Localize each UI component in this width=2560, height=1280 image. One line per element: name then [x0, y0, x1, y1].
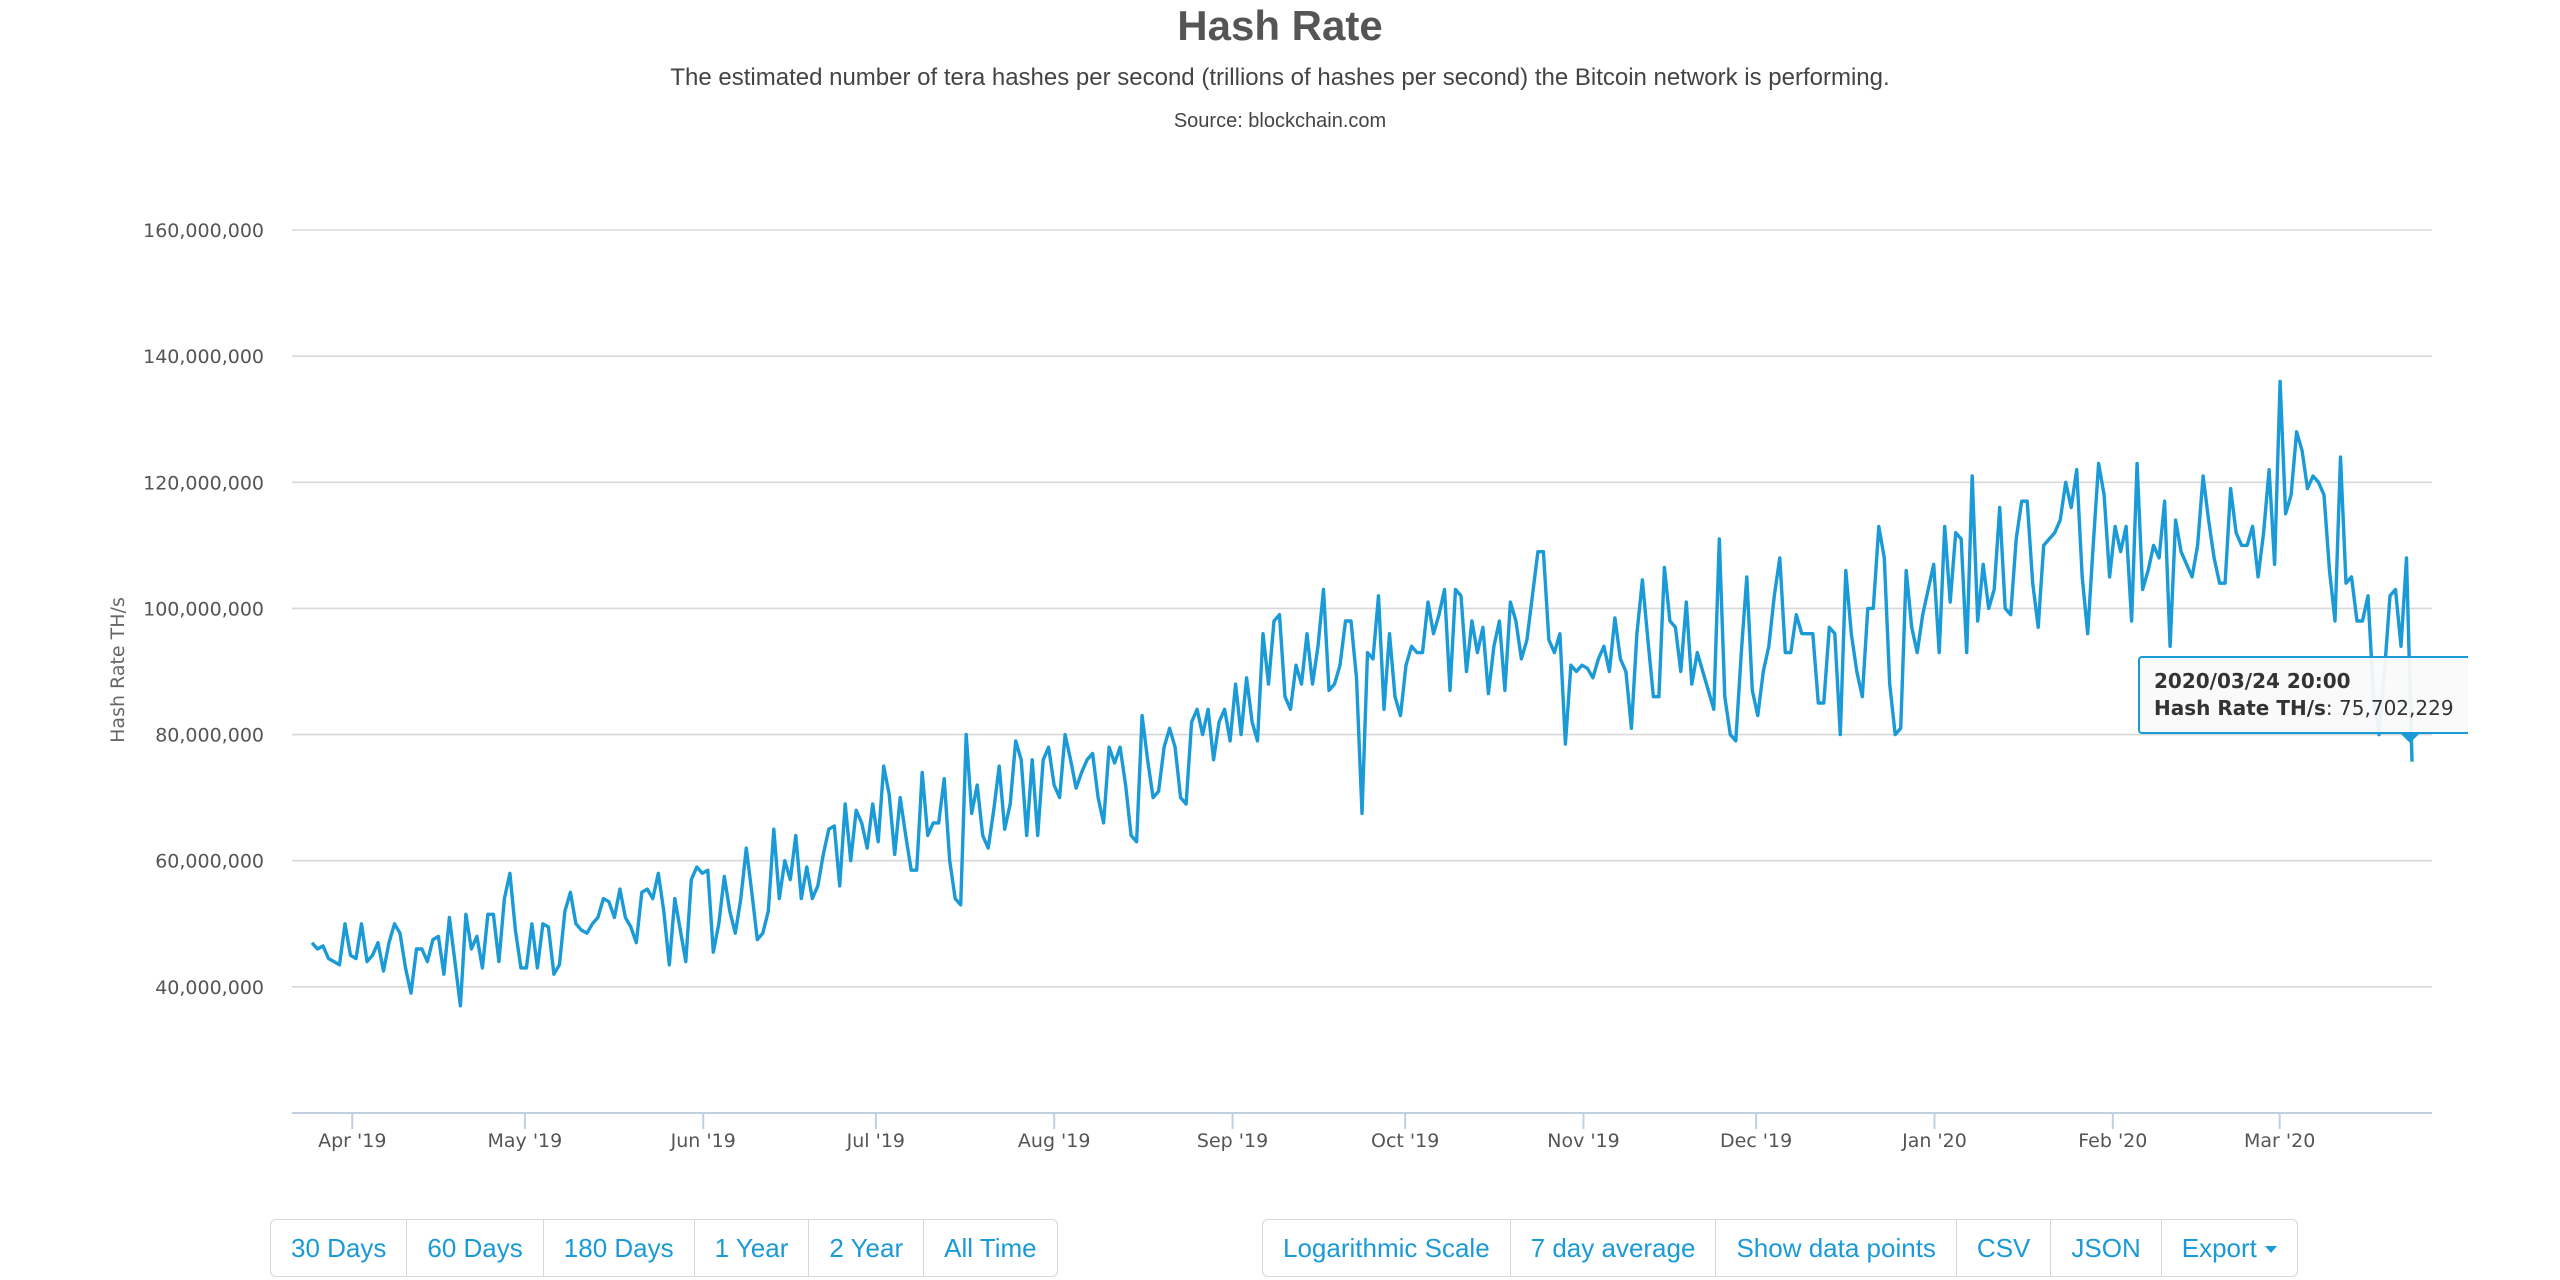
tooltip-label: Hash Rate TH/s	[2154, 696, 2326, 720]
hash-rate-chart: 40,000,000 60,000,000 80,000,000 100,000,00…	[107, 220, 2432, 1152]
y-tick-label: 120,000,000	[143, 472, 264, 494]
caret-down-icon	[2264, 1246, 2277, 1253]
range-button-group: 30 Days 60 Days 180 Days 1 Year 2 Year A…	[270, 1219, 1058, 1277]
y-axis-label: Hash Rate TH/s	[107, 597, 129, 743]
y-axis-ticks: 40,000,000 60,000,000 80,000,000 100,000,00…	[143, 220, 264, 999]
seven-day-average-button[interactable]: 7 day average	[1511, 1220, 1717, 1276]
x-axis-ticks: Apr '19 May '19 Jun '19 Jul '19 Aug '19 Sep '…	[318, 1113, 2315, 1152]
gridlines	[292, 229, 2432, 988]
tooltip-date: 2020/03/24 20:00	[2154, 669, 2351, 693]
x-tick-label: Aug '19	[1018, 1130, 1091, 1152]
y-tick-label: 80,000,000	[155, 725, 264, 747]
x-tick-label: May '19	[488, 1130, 563, 1152]
x-tick-label: Mar '20	[2244, 1130, 2315, 1152]
x-tick-label: Sep '19	[1197, 1130, 1268, 1152]
csv-button[interactable]: CSV	[1957, 1220, 2052, 1276]
options-button-group: Logarithmic Scale 7 day average Show dat…	[1262, 1219, 2298, 1277]
range-30-days-button[interactable]: 30 Days	[271, 1220, 408, 1276]
export-dropdown-button[interactable]: Export	[2162, 1220, 2297, 1276]
range-all-time-button[interactable]: All Time	[924, 1220, 1056, 1276]
tooltip: 2020/03/24 20:00 Hash Rate TH/s: 75,702,…	[2138, 656, 2468, 734]
tooltip-value: 75,702,229	[2339, 696, 2454, 720]
y-tick-label: 40,000,000	[155, 977, 264, 999]
range-1-year-button[interactable]: 1 Year	[695, 1220, 810, 1276]
range-180-days-button[interactable]: 180 Days	[544, 1220, 695, 1276]
x-tick-label: Dec '19	[1720, 1130, 1792, 1152]
series-line-hash-rate[interactable]	[310, 379, 2414, 1008]
x-tick-label: Nov '19	[1547, 1130, 1620, 1152]
y-tick-label: 160,000,000	[143, 220, 264, 242]
range-60-days-button[interactable]: 60 Days	[407, 1220, 544, 1276]
json-button[interactable]: JSON	[2051, 1220, 2162, 1276]
range-2-year-button[interactable]: 2 Year	[809, 1220, 925, 1276]
x-tick-label: Jan '20	[1901, 1130, 1967, 1152]
y-tick-label: 60,000,000	[155, 851, 264, 873]
x-tick-label: Jun '19	[670, 1130, 736, 1152]
x-tick-label: Oct '19	[1371, 1130, 1439, 1152]
x-tick-label: Apr '19	[318, 1130, 386, 1152]
x-tick-label: Jul '19	[846, 1130, 905, 1152]
y-tick-label: 140,000,000	[143, 346, 264, 368]
show-data-points-button[interactable]: Show data points	[1716, 1220, 1957, 1276]
x-tick-label: Feb '20	[2078, 1130, 2147, 1152]
logarithmic-scale-button[interactable]: Logarithmic Scale	[1263, 1220, 1511, 1276]
export-label: Export	[2181, 1232, 2257, 1263]
tooltip-pointer	[2399, 732, 2421, 743]
y-tick-label: 100,000,000	[143, 598, 264, 620]
